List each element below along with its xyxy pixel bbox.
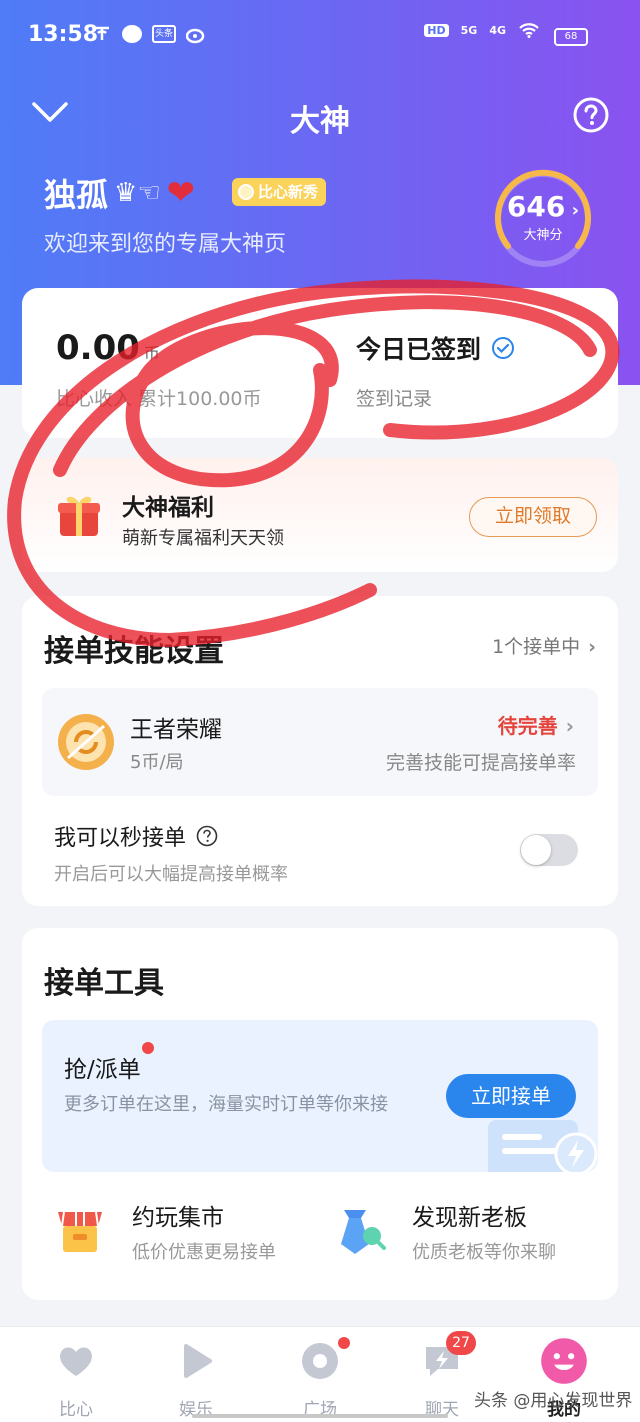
skill-row-game[interactable]: 王者荣耀 5币/局 待完善 › 完善技能可提高接单率 [42,688,598,796]
active-orders-text: 1个接单中 [492,636,581,658]
welcome-text: 欢迎来到您的专属大神页 [44,232,287,257]
network-5g: 5G [460,23,478,37]
question-circle-icon[interactable] [196,825,218,847]
tab-entertainment[interactable]: 娱乐 [146,1341,246,1421]
smile-face-icon [541,1338,587,1384]
chevron-right-icon: › [565,714,574,738]
game-status: 待完善 › [498,710,574,739]
username: 独孤 ♛☜ ❤ [44,170,195,216]
gift-icon [58,496,100,536]
welfare-title: 大神福利 [122,495,214,521]
tool-market-subtitle: 低价优惠更易接单 [132,1242,276,1263]
chevron-right-icon: › [565,200,580,221]
welfare-card[interactable]: 大神福利 萌新专属福利天天领 立即领取 [22,458,618,572]
decor-emojis: ♛☜ [114,178,161,208]
welfare-subtitle: 萌新专属福利天天领 [122,528,284,549]
battery-indicator: 68 [554,28,588,46]
tool-boss-title: 发现新老板 [412,1205,527,1231]
status-time: 13:58 [28,22,99,47]
heart-emoji: ❤ [166,173,196,213]
game-logo-icon [58,714,114,770]
tool-boss-subtitle: 优质老板等你来聊 [412,1242,556,1263]
toggle-knob [521,835,551,865]
game-status-text: 待完善 [497,714,558,738]
skill-settings-card: 接单技能设置 1个接单中 › 王者荣耀 5币/局 待完善 › 完善技能可提高接单率 … [22,596,618,906]
sign-in-title: 今日已签到 [356,335,482,364]
income-value: 0.00 [56,328,140,368]
game-tip: 完善技能可提高接单率 [385,752,576,774]
carrier-icon [95,26,109,40]
score-label: 大神分 [523,228,563,243]
quick-accept-toggle[interactable] [520,834,578,866]
wifi-icon [519,23,539,38]
notification-dot [142,1042,154,1054]
grab-order-title: 抢/派单 [64,1057,141,1083]
tab-bixin-label: 比心 [59,1400,93,1420]
page-title: 大神 [290,104,350,139]
network-4g: 4G [489,23,506,37]
game-price: 5币/局 [130,752,184,773]
heart-icon [60,1347,92,1376]
score-value[interactable]: 646 › [492,190,594,223]
watermark: 头条 @用心发现世界 [474,1391,633,1411]
level-badge[interactable]: 比心新秀 [232,178,327,206]
tie-icon [341,1210,386,1254]
tab-square[interactable]: 广场 [270,1337,370,1421]
section-title-tools: 接单工具 [44,966,164,1001]
active-orders-link[interactable]: 1个接单中 › [492,632,596,659]
notification-dot [338,1337,350,1349]
document-lightning-icon [488,1120,598,1172]
weibo-icon [186,28,205,44]
section-title-skills: 接单技能设置 [44,634,224,669]
chevron-right-icon: › [588,636,596,658]
sign-in-record-link[interactable]: 签到记录 [356,384,432,411]
toutiao-icon: 头条 [152,25,176,43]
check-circle-icon [492,337,515,359]
score-number: 646 [506,190,566,223]
sign-in-status[interactable]: 今日已签到 [356,330,515,366]
tab-bixin[interactable]: 比心 [26,1341,126,1421]
disc-icon [302,1343,338,1379]
hd-indicator: HD [424,23,449,37]
badge-star-icon [238,184,254,200]
quick-accept-subtitle: 开启后可以大幅提高接单概率 [54,864,288,885]
game-name: 王者荣耀 [130,717,222,743]
claim-now-button[interactable]: 立即领取 [469,497,597,537]
home-indicator[interactable] [192,1414,448,1418]
play-icon [184,1344,212,1378]
income-unit: 币 [143,344,160,363]
grab-order-panel[interactable]: 抢/派单 更多订单在这里，海量实时订单等你来接 立即接单 [42,1020,598,1172]
tool-market-title: 约玩集市 [132,1205,224,1231]
status-right-icons: HD 5G 4G [424,22,540,38]
quick-accept-title: 我可以秒接单 [54,820,218,852]
quick-accept-label: 我可以秒接单 [54,826,187,851]
grab-order-subtitle: 更多订单在这里，海量实时订单等你来接 [64,1094,388,1115]
question-circle-icon[interactable] [572,96,610,134]
order-tools-card: 接单工具 抢/派单 更多订单在这里，海量实时订单等你来接 立即接单 约玩集市 低… [22,928,618,1300]
status-bar: 13:58 头条 HD 5G 4G 68 [0,0,640,72]
income-subtitle: 比心收入 累计100.00币 [56,388,262,410]
unread-badge: 27 [446,1331,476,1355]
income-card: 0.00 币 比心收入 累计100.00币 今日已签到 签到记录 [22,288,618,438]
status-left-icons: 头条 [92,24,206,44]
income-amount[interactable]: 0.00 币 [56,328,160,368]
badge-label: 比心新秀 [258,183,319,201]
chat-icon [122,25,142,43]
username-text: 独孤 [44,176,109,214]
shop-icon [58,1211,102,1252]
